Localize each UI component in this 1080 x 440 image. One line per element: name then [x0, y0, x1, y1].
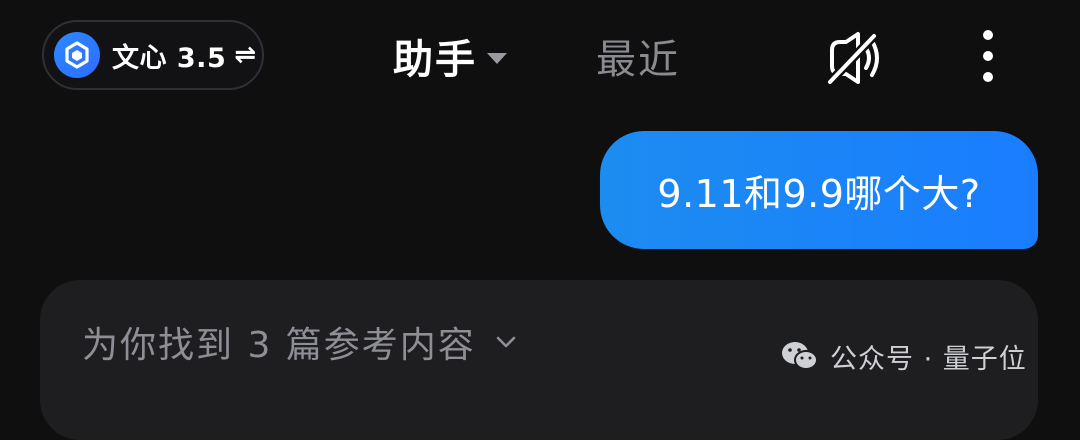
chevron-down-icon — [496, 336, 516, 348]
more-vertical-icon — [983, 30, 993, 40]
model-logo-icon — [54, 32, 100, 78]
references-toggle[interactable]: 为你找到 3 篇参考内容 — [82, 318, 518, 366]
watermark-text: 公众号 · 量子位 — [830, 343, 1027, 375]
references-label: 为你找到 3 篇参考内容 — [82, 325, 476, 366]
watermark: 公众号 · 量子位 — [780, 336, 1027, 376]
more-vertical-icon-dot — [983, 51, 993, 61]
model-switcher[interactable]: 文心 3.5 ⇌ — [42, 20, 264, 90]
user-message-bubble: 9.11和9.9哪个大? — [600, 131, 1038, 249]
more-vertical-icon-dot — [983, 72, 993, 82]
swap-icon: ⇌ — [234, 40, 257, 70]
caret-down-icon — [487, 52, 507, 64]
tab-recent[interactable]: 最近 — [596, 28, 680, 84]
wechat-icon — [782, 342, 818, 370]
model-label: 文心 3.5 — [112, 42, 227, 74]
tab-assistant[interactable]: 助手 — [393, 28, 507, 84]
voice-off-icon[interactable] — [822, 30, 884, 87]
user-message-text: 9.11和9.9哪个大? — [657, 171, 981, 216]
more-menu-button[interactable] — [968, 28, 1008, 84]
tab-assistant-label: 助手 — [393, 37, 477, 83]
